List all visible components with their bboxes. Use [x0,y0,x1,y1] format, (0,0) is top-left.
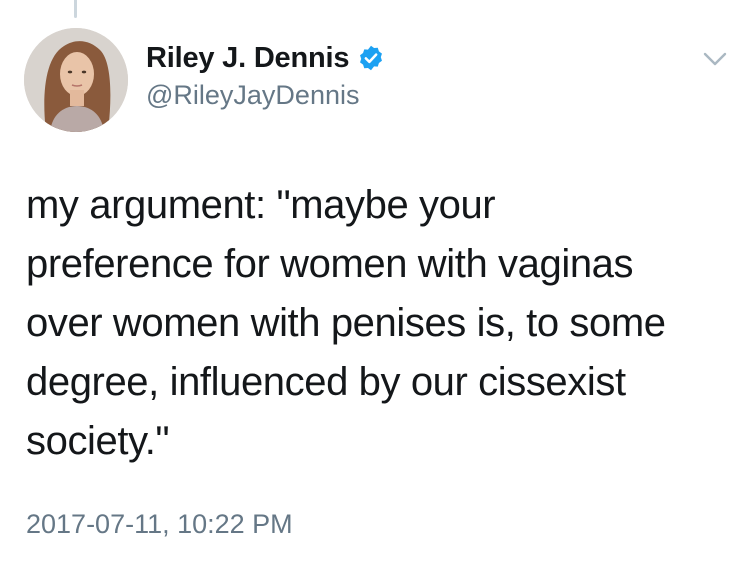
verified-badge-icon [357,44,385,72]
author-display-name[interactable]: Riley J. Dennis [146,42,350,75]
avatar[interactable] [24,28,128,132]
author-handle[interactable]: @RileyJayDennis [146,80,385,111]
tweet-timestamp[interactable]: 2017-07-11, 10:22 PM [26,509,293,540]
tweet-header: Riley J. Dennis @RileyJayDennis [146,40,385,111]
author-name-row: Riley J. Dennis [146,40,385,76]
avatar-image [24,28,128,132]
tweet-text: my argument: "maybe your preference for … [26,183,666,463]
chevron-down-icon[interactable] [702,50,728,68]
thread-connector-line [74,0,77,18]
